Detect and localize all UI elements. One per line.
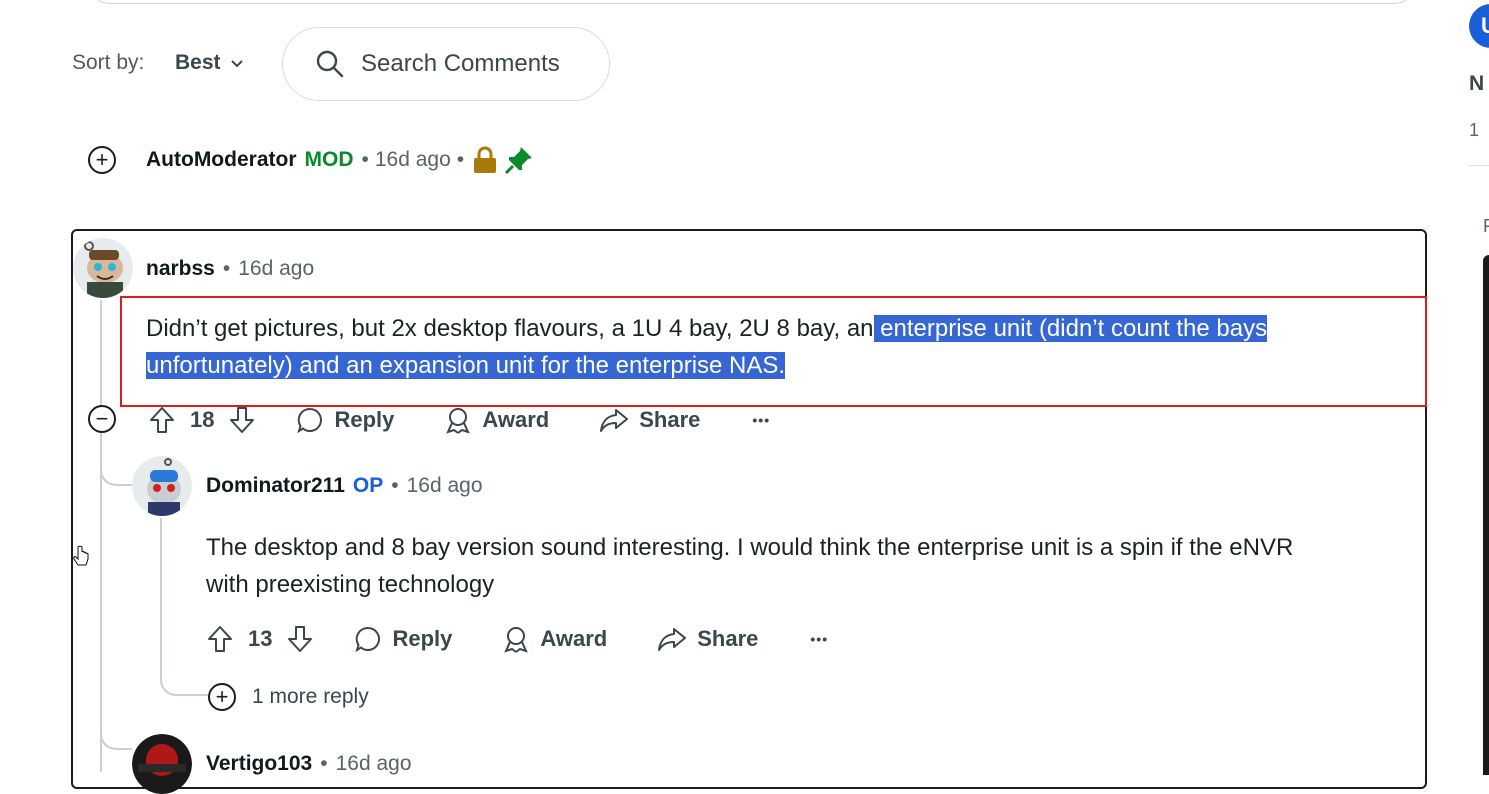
top-search-bar[interactable] — [88, 0, 1416, 4]
thread-branch — [100, 456, 132, 486]
lock-icon — [474, 146, 497, 173]
more-replies-button[interactable]: + 1 more reply — [208, 683, 369, 711]
chevron-down-icon — [230, 60, 243, 68]
reply-button[interactable]: Reply — [354, 625, 452, 653]
comment-text-line: with preexisting technology — [206, 571, 495, 598]
reply-button[interactable]: Reply — [296, 406, 394, 434]
share-icon — [600, 409, 629, 432]
comment-text-part: Didn’t get pictures, but 2x desktop flav… — [146, 315, 874, 342]
award-icon — [446, 408, 471, 434]
expand-replies-button: + — [208, 683, 236, 711]
sort-dropdown[interactable]: Best — [175, 51, 245, 75]
username[interactable]: narbss — [146, 257, 215, 281]
separator: • — [361, 148, 369, 171]
score: 18 — [190, 407, 215, 432]
reply-label: Reply — [392, 626, 453, 651]
thread-line — [100, 300, 102, 408]
comment-body: Didn’t get pictures, but 2x desktop flav… — [146, 310, 1406, 384]
minus-icon: − — [95, 406, 109, 431]
automod-comment-header: + AutoModerator MOD • 16d ago • — [88, 145, 534, 175]
comment-header: narbss • 16d ago — [146, 257, 314, 281]
snoo-avatar-icon — [132, 734, 192, 794]
search-comments-button[interactable]: Search Comments — [282, 27, 610, 101]
selected-text: unfortunately) and an expansion unit for… — [146, 352, 786, 379]
timestamp[interactable]: 16d ago — [375, 148, 451, 172]
share-icon — [658, 628, 687, 651]
avatar[interactable] — [132, 456, 192, 516]
separator: • — [222, 257, 231, 280]
thread-line[interactable] — [160, 518, 162, 678]
search-icon — [316, 50, 344, 78]
right-panel-label: F — [1483, 216, 1489, 236]
thread-branch — [100, 720, 132, 750]
snoo-avatar-icon — [132, 456, 192, 516]
username[interactable]: Vertigo103 — [206, 752, 312, 776]
badge-letter: U — [1481, 13, 1489, 38]
share-label: Share — [639, 407, 701, 432]
user-avatar-badge[interactable]: U — [1469, 4, 1489, 48]
avatar[interactable] — [73, 238, 133, 298]
plus-icon: + — [95, 147, 109, 172]
comment-header: Dominator211 OP • 16d ago — [206, 474, 483, 498]
more-options-button[interactable]: ••• — [810, 631, 828, 647]
right-panel-heading: N — [1469, 72, 1485, 95]
comment-bubble-icon — [297, 407, 323, 434]
sort-value: Best — [175, 51, 221, 74]
award-button[interactable]: Award — [444, 406, 549, 434]
comment-header: Vertigo103 • 16d ago — [206, 752, 412, 776]
timestamp[interactable]: 16d ago — [407, 474, 483, 498]
upvote-icon[interactable] — [148, 405, 176, 435]
timestamp[interactable]: 16d ago — [238, 257, 314, 281]
pin-icon — [505, 147, 533, 175]
username[interactable]: AutoModerator — [146, 148, 297, 172]
award-button[interactable]: Award — [502, 625, 607, 653]
thread-branch — [160, 660, 208, 696]
mod-badge: MOD — [304, 148, 354, 171]
award-icon — [504, 627, 529, 653]
share-button[interactable]: Share — [657, 625, 758, 653]
collapse-comment-button[interactable]: − — [88, 405, 116, 433]
separator: • — [320, 752, 328, 775]
avatar[interactable] — [132, 734, 192, 794]
hand-cursor-icon — [73, 545, 89, 566]
more-replies-label: 1 more reply — [252, 685, 369, 708]
op-badge: OP — [352, 474, 384, 497]
divider — [1469, 165, 1489, 166]
right-panel-count: 1 — [1469, 120, 1480, 140]
more-options-button[interactable]: ••• — [752, 412, 770, 428]
award-label: Award — [482, 407, 550, 432]
separator: • — [391, 474, 399, 497]
comment-text-line: The desktop and 8 bay version sound inte… — [206, 534, 1294, 561]
downvote-icon[interactable] — [228, 405, 256, 435]
snoo-avatar-icon — [73, 238, 133, 298]
comment-actions: 18 Reply Award Share ••• — [148, 404, 770, 436]
share-button[interactable]: Share — [599, 406, 700, 434]
comment-body: The desktop and 8 bay version sound inte… — [206, 529, 1406, 603]
expand-comment-button[interactable]: + — [88, 146, 116, 174]
username[interactable]: Dominator211 — [206, 474, 345, 498]
comment-bubble-icon — [355, 626, 381, 653]
reply-label: Reply — [334, 407, 395, 432]
comment-actions: 13 Reply Award Share ••• — [206, 623, 828, 655]
timestamp[interactable]: 16d ago — [336, 752, 412, 776]
downvote-icon[interactable] — [286, 624, 314, 654]
award-label: Award — [540, 626, 608, 651]
right-panel-media — [1483, 255, 1489, 775]
sort-by-label: Sort by: — [72, 51, 145, 74]
search-comments-placeholder: Search Comments — [361, 50, 560, 77]
separator: • — [456, 148, 465, 171]
score: 13 — [248, 626, 273, 651]
selected-text: enterprise unit (didn’t count the bays — [873, 315, 1268, 342]
share-label: Share — [697, 626, 759, 651]
upvote-icon[interactable] — [206, 624, 234, 654]
plus-icon: + — [215, 684, 229, 709]
